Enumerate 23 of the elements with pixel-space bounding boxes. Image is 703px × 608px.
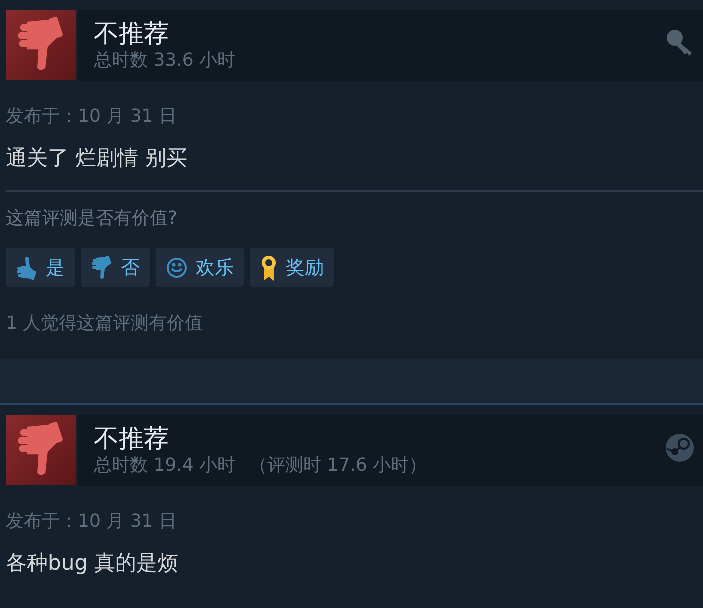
posted-date: 发布于：10 月 31 日 [6,510,178,534]
ribbon-icon [260,254,278,282]
verdict-title: 不推荐 [94,18,169,48]
thumbs-down-icon [91,256,113,280]
helpful-count: 1 人觉得这篇评测有价值 [6,312,204,336]
steam-icon [665,433,695,463]
playtime-text: 总时数 19.4 小时 [94,454,236,478]
playtime-at-review: （评测时 17.6 小时） [250,454,428,478]
vote-button[interactable]: 否 [81,248,150,287]
verdict-title: 不推荐 [94,424,169,454]
key-icon [665,28,695,58]
thumbs-up-icon [16,256,38,280]
posted-date: 发布于：10 月 31 日 [6,105,178,129]
helpful-prompt: 这篇评测是否有价值? [6,207,179,231]
vote-button[interactable]: 奖励 [250,248,334,287]
smiley-icon [166,256,188,278]
vote-button[interactable]: 欢乐 [156,248,244,287]
review-text: 各种bug 真的是烦 [6,550,180,577]
thumbs-down-icon [18,422,64,478]
thumbs-down-icon [18,17,64,73]
review-text: 通关了 烂剧情 别买 [6,145,188,172]
playtime-text: 总时数 33.6 小时 [94,48,236,72]
vote-button[interactable]: 是 [6,248,75,287]
